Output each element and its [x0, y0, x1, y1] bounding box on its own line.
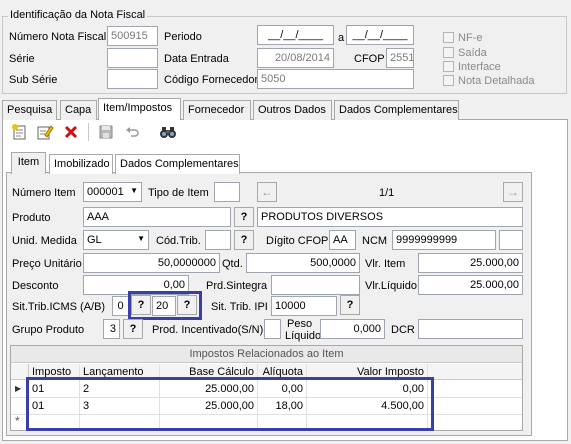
cod-fornecedor-label: Código Fornecedor [164, 74, 259, 86]
qtd-label: Qtd. [222, 258, 243, 270]
chevron-down-icon: ▼ [137, 234, 145, 243]
digito-cfop-label: Dígito CFOP [266, 235, 329, 247]
nota-detalhada-checkbox[interactable] [443, 75, 454, 86]
prod-sintegra-label: Prd.Sintegra [206, 280, 268, 292]
nav-prev-button[interactable]: ← [257, 182, 277, 202]
qtd-field[interactable]: 500,0000 [246, 253, 360, 273]
nota-detalhada-check-label: Nota Detalhada [458, 75, 535, 87]
icms-highlight-box [128, 291, 202, 320]
numero-item-select[interactable]: 000001 ▼ [83, 182, 142, 202]
ncm-label: NCM [362, 235, 388, 247]
current-row-indicator-icon: ▶ [15, 384, 22, 393]
numero-nf-field[interactable]: 500915 [107, 26, 158, 46]
cfop-field[interactable]: 2551 [386, 48, 414, 68]
sit-ipi-label: Sit. Trib. IPI [211, 301, 268, 313]
vlr-liquido-label: Vlr.Líquido [365, 280, 417, 292]
unid-medida-label: Unid. Medida [12, 235, 77, 247]
subserie-label: Sub Série [9, 74, 58, 86]
cfop-label: CFOP [354, 53, 385, 65]
tab-item-impostos[interactable]: Item/Impostos [98, 98, 181, 120]
sit-ipi-field[interactable]: 10000 [271, 296, 337, 316]
data-entrada-field[interactable]: 20/08/2014 [257, 48, 334, 68]
impostos-grid-caption: Impostos Relacionados ao Item [11, 346, 522, 363]
delete-icon[interactable] [62, 123, 80, 141]
prod-sintegra-field[interactable] [271, 275, 360, 295]
peso-liquido-field[interactable]: 0,000 [320, 319, 385, 339]
desconto-label: Desconto [12, 280, 59, 292]
edit-icon[interactable] [36, 123, 54, 141]
dcr-field[interactable] [418, 319, 523, 339]
cod-trib-lookup-button[interactable]: ? [234, 230, 254, 250]
undo-icon[interactable] [123, 123, 141, 141]
subserie-field[interactable] [107, 69, 158, 89]
digito-cfop-field[interactable]: AA [329, 230, 356, 250]
search-binoculars-icon[interactable] [159, 123, 177, 141]
numero-item-label: Número Item [12, 187, 76, 199]
cod-fornecedor-field[interactable]: 5050 [257, 69, 414, 89]
impostos-highlight-box [26, 377, 434, 431]
vlr-item-label: Vlr. Item [365, 258, 406, 270]
chevron-down-icon: ▼ [130, 186, 138, 195]
cod-trib-label: Cód.Trib. [156, 235, 201, 247]
impostos-title: Impostos Relacionados ao Item [189, 348, 344, 360]
produto-code-field[interactable]: AAA [83, 207, 231, 227]
numero-item-value: 000001 [87, 186, 124, 198]
arrow-right-icon: → [507, 185, 519, 199]
unid-medida-select[interactable]: GL ▼ [83, 230, 149, 250]
sit-ipi-lookup-button[interactable]: ? [340, 295, 360, 315]
vlr-item-field[interactable]: 25.000,00 [418, 253, 523, 273]
data-entrada-label: Data Entrada [164, 53, 229, 65]
produto-label: Produto [12, 212, 51, 224]
periodo-to-field[interactable]: __/__/____ [346, 25, 414, 45]
interface-checkbox[interactable] [443, 61, 454, 72]
subtab-imobilizado[interactable]: Imobilizado [49, 154, 113, 174]
grupo-produto-label: Grupo Produto [12, 324, 85, 336]
tab-fornecedor[interactable]: Fornecedor [183, 100, 251, 120]
ncm-field[interactable]: 9999999999 [392, 230, 496, 250]
periodo-sep: a [338, 32, 345, 44]
tab-capa[interactable]: Capa [60, 100, 97, 120]
produto-desc-field[interactable]: PRODUTOS DIVERSOS [257, 207, 523, 227]
tab-outros-dados[interactable]: Outros Dados [253, 100, 332, 120]
subtab-dados-complementares[interactable]: Dados Complementares [115, 154, 240, 174]
tipo-item-label: Tipo de Item [148, 187, 209, 199]
produto-lookup-button[interactable]: ? [234, 207, 254, 227]
arrow-left-icon: ← [261, 185, 273, 199]
save-icon[interactable] [97, 123, 115, 141]
nfe-checkbox[interactable] [443, 32, 454, 43]
periodo-label: Periodo [164, 31, 202, 43]
serie-field[interactable] [107, 48, 158, 68]
vlr-liquido-field[interactable]: 25.000,00 [418, 275, 523, 295]
unid-medida-value: GL [87, 234, 102, 246]
peso-liquido-label-2: Líquido [285, 330, 322, 342]
preco-unitario-field[interactable]: 50,0000000 [83, 253, 220, 273]
sit-icms-a-field[interactable]: 0 [112, 296, 129, 316]
sit-icms-label: Sit.Trib.ICMS (A/B) [12, 301, 106, 313]
serie-label: Série [9, 53, 35, 65]
prod-incentivado-field[interactable] [264, 319, 281, 339]
grupo-produto-lookup-button[interactable]: ? [123, 319, 143, 339]
preco-unitario-label: Preço Unitário [12, 258, 82, 270]
tab-pesquisa[interactable]: Pesquisa [2, 100, 57, 120]
prod-incentivado-label: Prod. Incentivado(S/N) [152, 324, 264, 336]
saida-check-label: Saída [458, 47, 487, 59]
new-icon[interactable] [11, 123, 29, 141]
ncm-extra-field[interactable] [499, 230, 523, 250]
saida-checkbox[interactable] [443, 47, 454, 58]
fiscal-legend: Identificação da Nota Fiscal [8, 9, 148, 22]
subtab-item[interactable]: Item [11, 152, 46, 174]
numero-nf-label: Número Nota Fiscal [9, 31, 107, 43]
tipo-item-field[interactable] [214, 182, 240, 202]
interface-check-label: Interface [458, 61, 501, 73]
dcr-label: DCR [391, 324, 415, 336]
nfe-check-label: NF-e [458, 32, 483, 44]
toolbar-divider [88, 123, 89, 141]
nav-next-button[interactable]: → [503, 182, 523, 202]
new-row-indicator-icon: * [15, 414, 20, 428]
tab-dados-complementares[interactable]: Dados Complementares [334, 100, 459, 120]
cod-trib-field[interactable] [205, 230, 231, 250]
periodo-from-field[interactable]: __/__/____ [257, 25, 334, 45]
grupo-produto-field[interactable]: 3 [103, 319, 120, 339]
item-position: 1/1 [379, 187, 395, 199]
